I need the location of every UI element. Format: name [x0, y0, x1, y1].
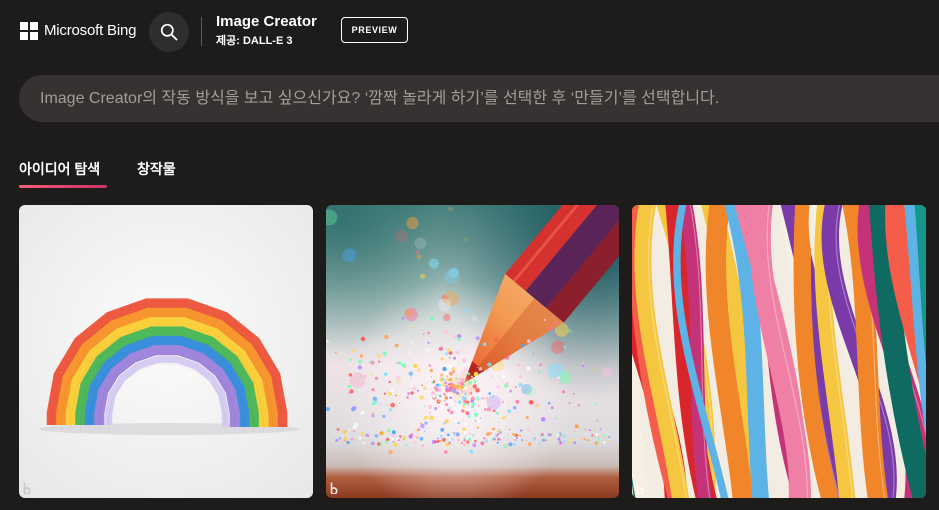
brand-name: Microsoft Bing [44, 22, 137, 39]
prompt-bar [19, 75, 939, 122]
bing-watermark-icon [23, 482, 31, 494]
gallery-card[interactable] [19, 205, 313, 498]
microsoft-logo-icon [20, 22, 38, 40]
prompt-input[interactable] [19, 75, 939, 122]
header-divider [201, 17, 202, 46]
bing-watermark-icon [330, 482, 338, 494]
search-button[interactable] [149, 12, 189, 52]
gallery-image [326, 205, 619, 498]
tab-creations[interactable]: 창작물 [137, 161, 176, 178]
preview-button[interactable]: PREVIEW [341, 17, 408, 43]
gallery-card[interactable] [632, 205, 926, 498]
gallery-image [632, 205, 926, 498]
gallery-image [19, 205, 313, 498]
tab-explore-ideas[interactable]: 아이디어 탐색 [19, 161, 100, 178]
gallery-card[interactable] [326, 205, 619, 498]
page-subtitle: 제공: DALL-E 3 [216, 35, 293, 47]
search-icon [160, 23, 178, 41]
bing-home-link[interactable]: Microsoft Bing [20, 21, 136, 41]
page-title: Image Creator [216, 13, 317, 30]
bing-watermark-icon [636, 482, 644, 494]
active-tab-indicator [19, 185, 107, 188]
